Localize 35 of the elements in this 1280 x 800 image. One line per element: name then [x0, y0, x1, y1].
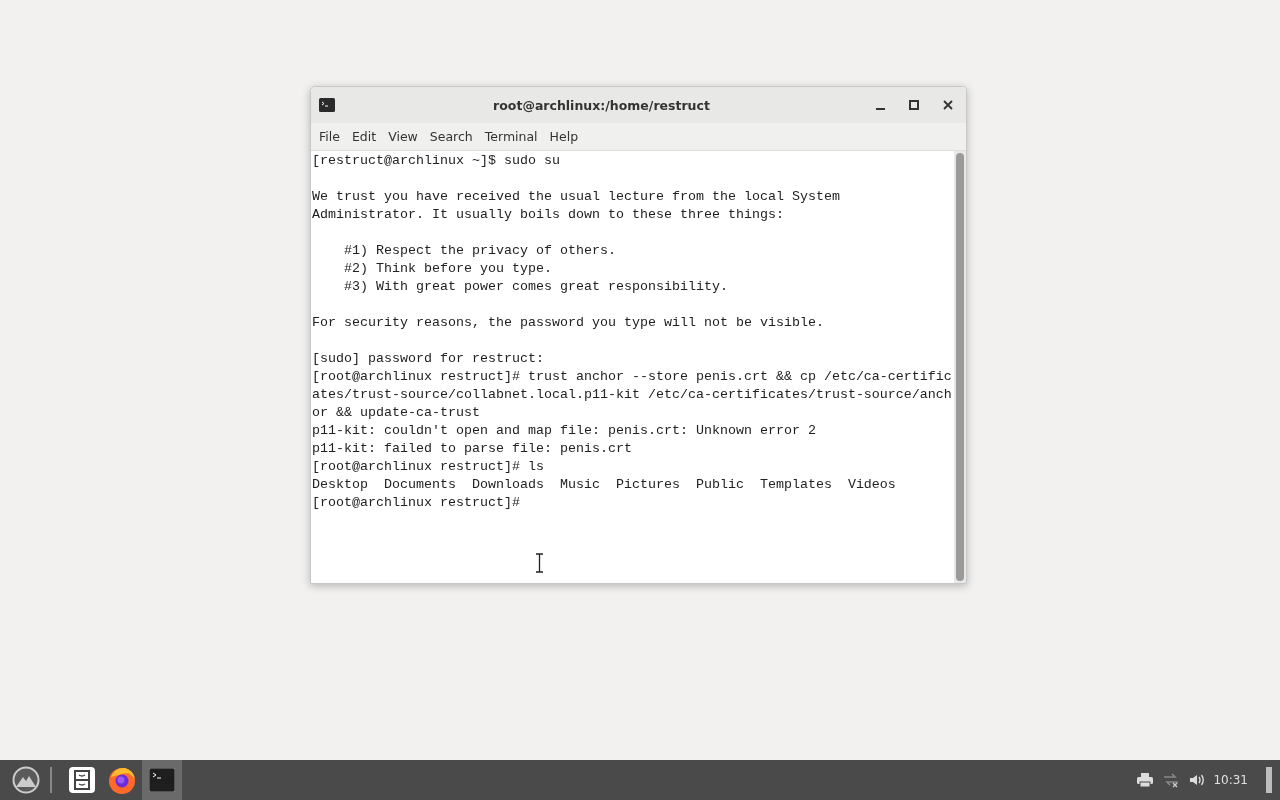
terminal-line: or && update-ca-trust: [312, 404, 481, 422]
terminal-line: #3) With great power comes great responsibility.: [343, 278, 729, 296]
terminal-line: [sudo] password for restruct:: [312, 350, 545, 368]
menu-item[interactable]: View: [382, 126, 424, 147]
menu-item[interactable]: Edit: [345, 126, 383, 147]
clock[interactable]: 10:31: [1213, 773, 1248, 787]
volume-icon[interactable]: [1189, 773, 1206, 787]
terminal-line: [root@archlinux restruct]#: [312, 494, 521, 512]
terminal-line: #1) Respect the privacy of others.: [343, 242, 617, 260]
terminal-line: ates/trust-source/collabnet.local.p11-kit /etc/ca-certificates/trust-source/anch: [312, 386, 953, 404]
terminal-line: Desktop Documents Downloads Music Pictures Public Templates Videos: [312, 476, 897, 494]
scrollbar[interactable]: [954, 151, 966, 583]
terminal-line: #2) Think before you type.: [343, 260, 553, 278]
menu-item[interactable]: Help: [543, 126, 585, 147]
printer-icon[interactable]: [1137, 773, 1154, 787]
menu-item[interactable]: File: [313, 126, 346, 147]
close-icon: [943, 100, 953, 110]
mountain-icon[interactable]: [12, 766, 40, 794]
terminal-line: For security reasons, the password you type will not be visible.: [312, 314, 825, 332]
menu-item[interactable]: Terminal: [478, 126, 544, 147]
terminal-line: [root@archlinux restruct]# ls: [312, 458, 545, 476]
terminal-icon: [319, 98, 335, 112]
terminal-line: p11-kit: failed to parse file: penis.crt: [312, 440, 633, 458]
terminal-icon[interactable]: [142, 760, 182, 800]
terminal-line: [root@archlinux restruct]# trust anchor --store penis.crt && cp /etc/ca-certific: [312, 368, 953, 386]
network-disconnected-icon[interactable]: [1162, 772, 1181, 788]
window-title: root@archlinux:/home/restruct: [492, 97, 711, 113]
menu-item[interactable]: Search: [423, 126, 479, 147]
minimize-icon: [875, 108, 885, 110]
text-cursor-icon: [535, 553, 544, 573]
terminal-line: p11-kit: couldn't open and map file: penis.crt: Unknown error 2: [312, 422, 817, 440]
terminal-line: Administrator. It usually boils down to these three things:: [312, 206, 785, 224]
terminal-line: [restruct@archlinux ~]$ sudo su: [312, 152, 561, 170]
terminal-line: We trust you have received the usual lecture from the local System: [312, 188, 841, 206]
maximize-icon: [909, 100, 919, 110]
